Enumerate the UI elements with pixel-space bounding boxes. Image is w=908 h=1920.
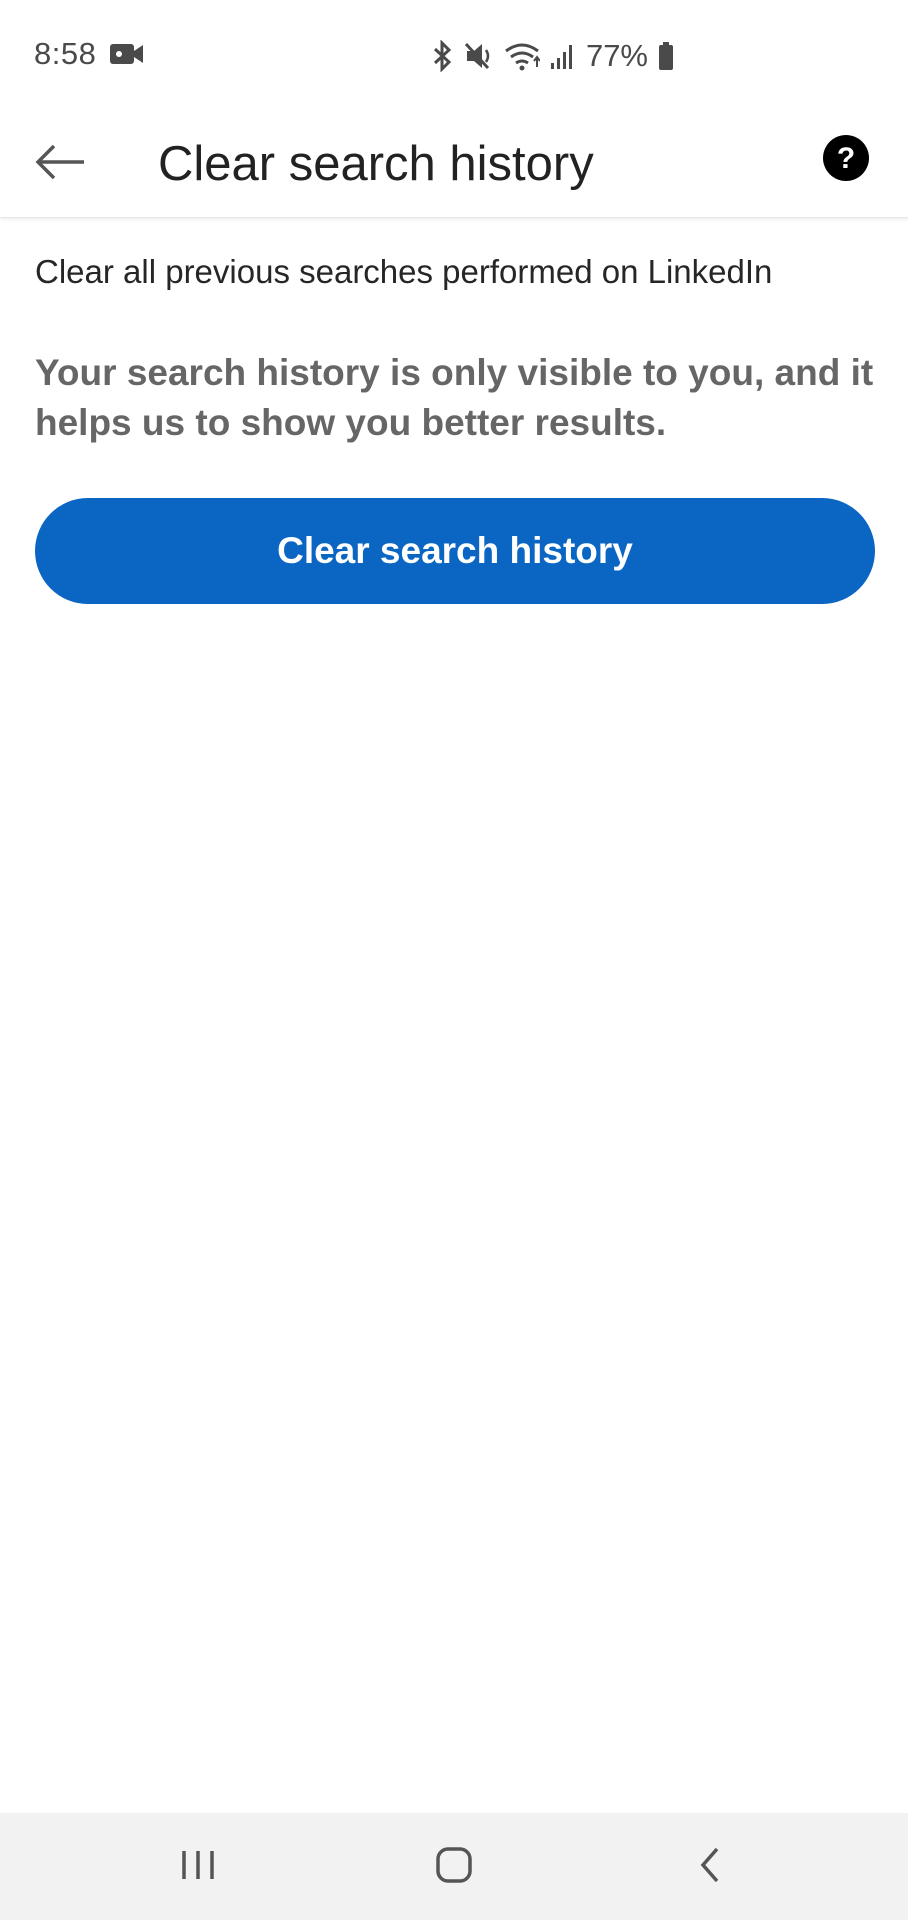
bluetooth-icon (432, 40, 454, 72)
question-circle-icon: ? (822, 135, 870, 186)
recent-apps-icon (178, 1847, 218, 1888)
back-button[interactable] (28, 132, 92, 196)
battery-icon (658, 41, 674, 71)
app-bar: Clear search history ? (0, 110, 908, 218)
system-nav-bar (0, 1813, 908, 1920)
page-title: Clear search history (158, 137, 594, 191)
svg-text:?: ? (837, 142, 855, 175)
status-icons: 77% (432, 36, 674, 76)
home-button[interactable] (424, 1839, 484, 1895)
battery-percent: 77% (585, 38, 648, 73)
home-icon (434, 1845, 474, 1890)
mute-icon (464, 40, 494, 72)
info-text: Your search history is only visible to y… (35, 352, 874, 443)
nav-back-button[interactable] (680, 1839, 740, 1895)
description-text: Clear all previous searches performed on… (35, 253, 773, 290)
status-bar: 8:58 77% (0, 0, 908, 110)
video-camera-icon (110, 42, 144, 71)
wifi-icon (504, 41, 540, 71)
status-time: 8:58 (34, 36, 97, 71)
recent-apps-button[interactable] (168, 1839, 228, 1895)
arrow-left-icon (34, 142, 86, 187)
back-icon (695, 1845, 725, 1890)
clear-search-history-button[interactable]: Clear search history (35, 498, 875, 604)
signal-icon (550, 41, 576, 71)
help-button[interactable]: ? (822, 134, 880, 192)
